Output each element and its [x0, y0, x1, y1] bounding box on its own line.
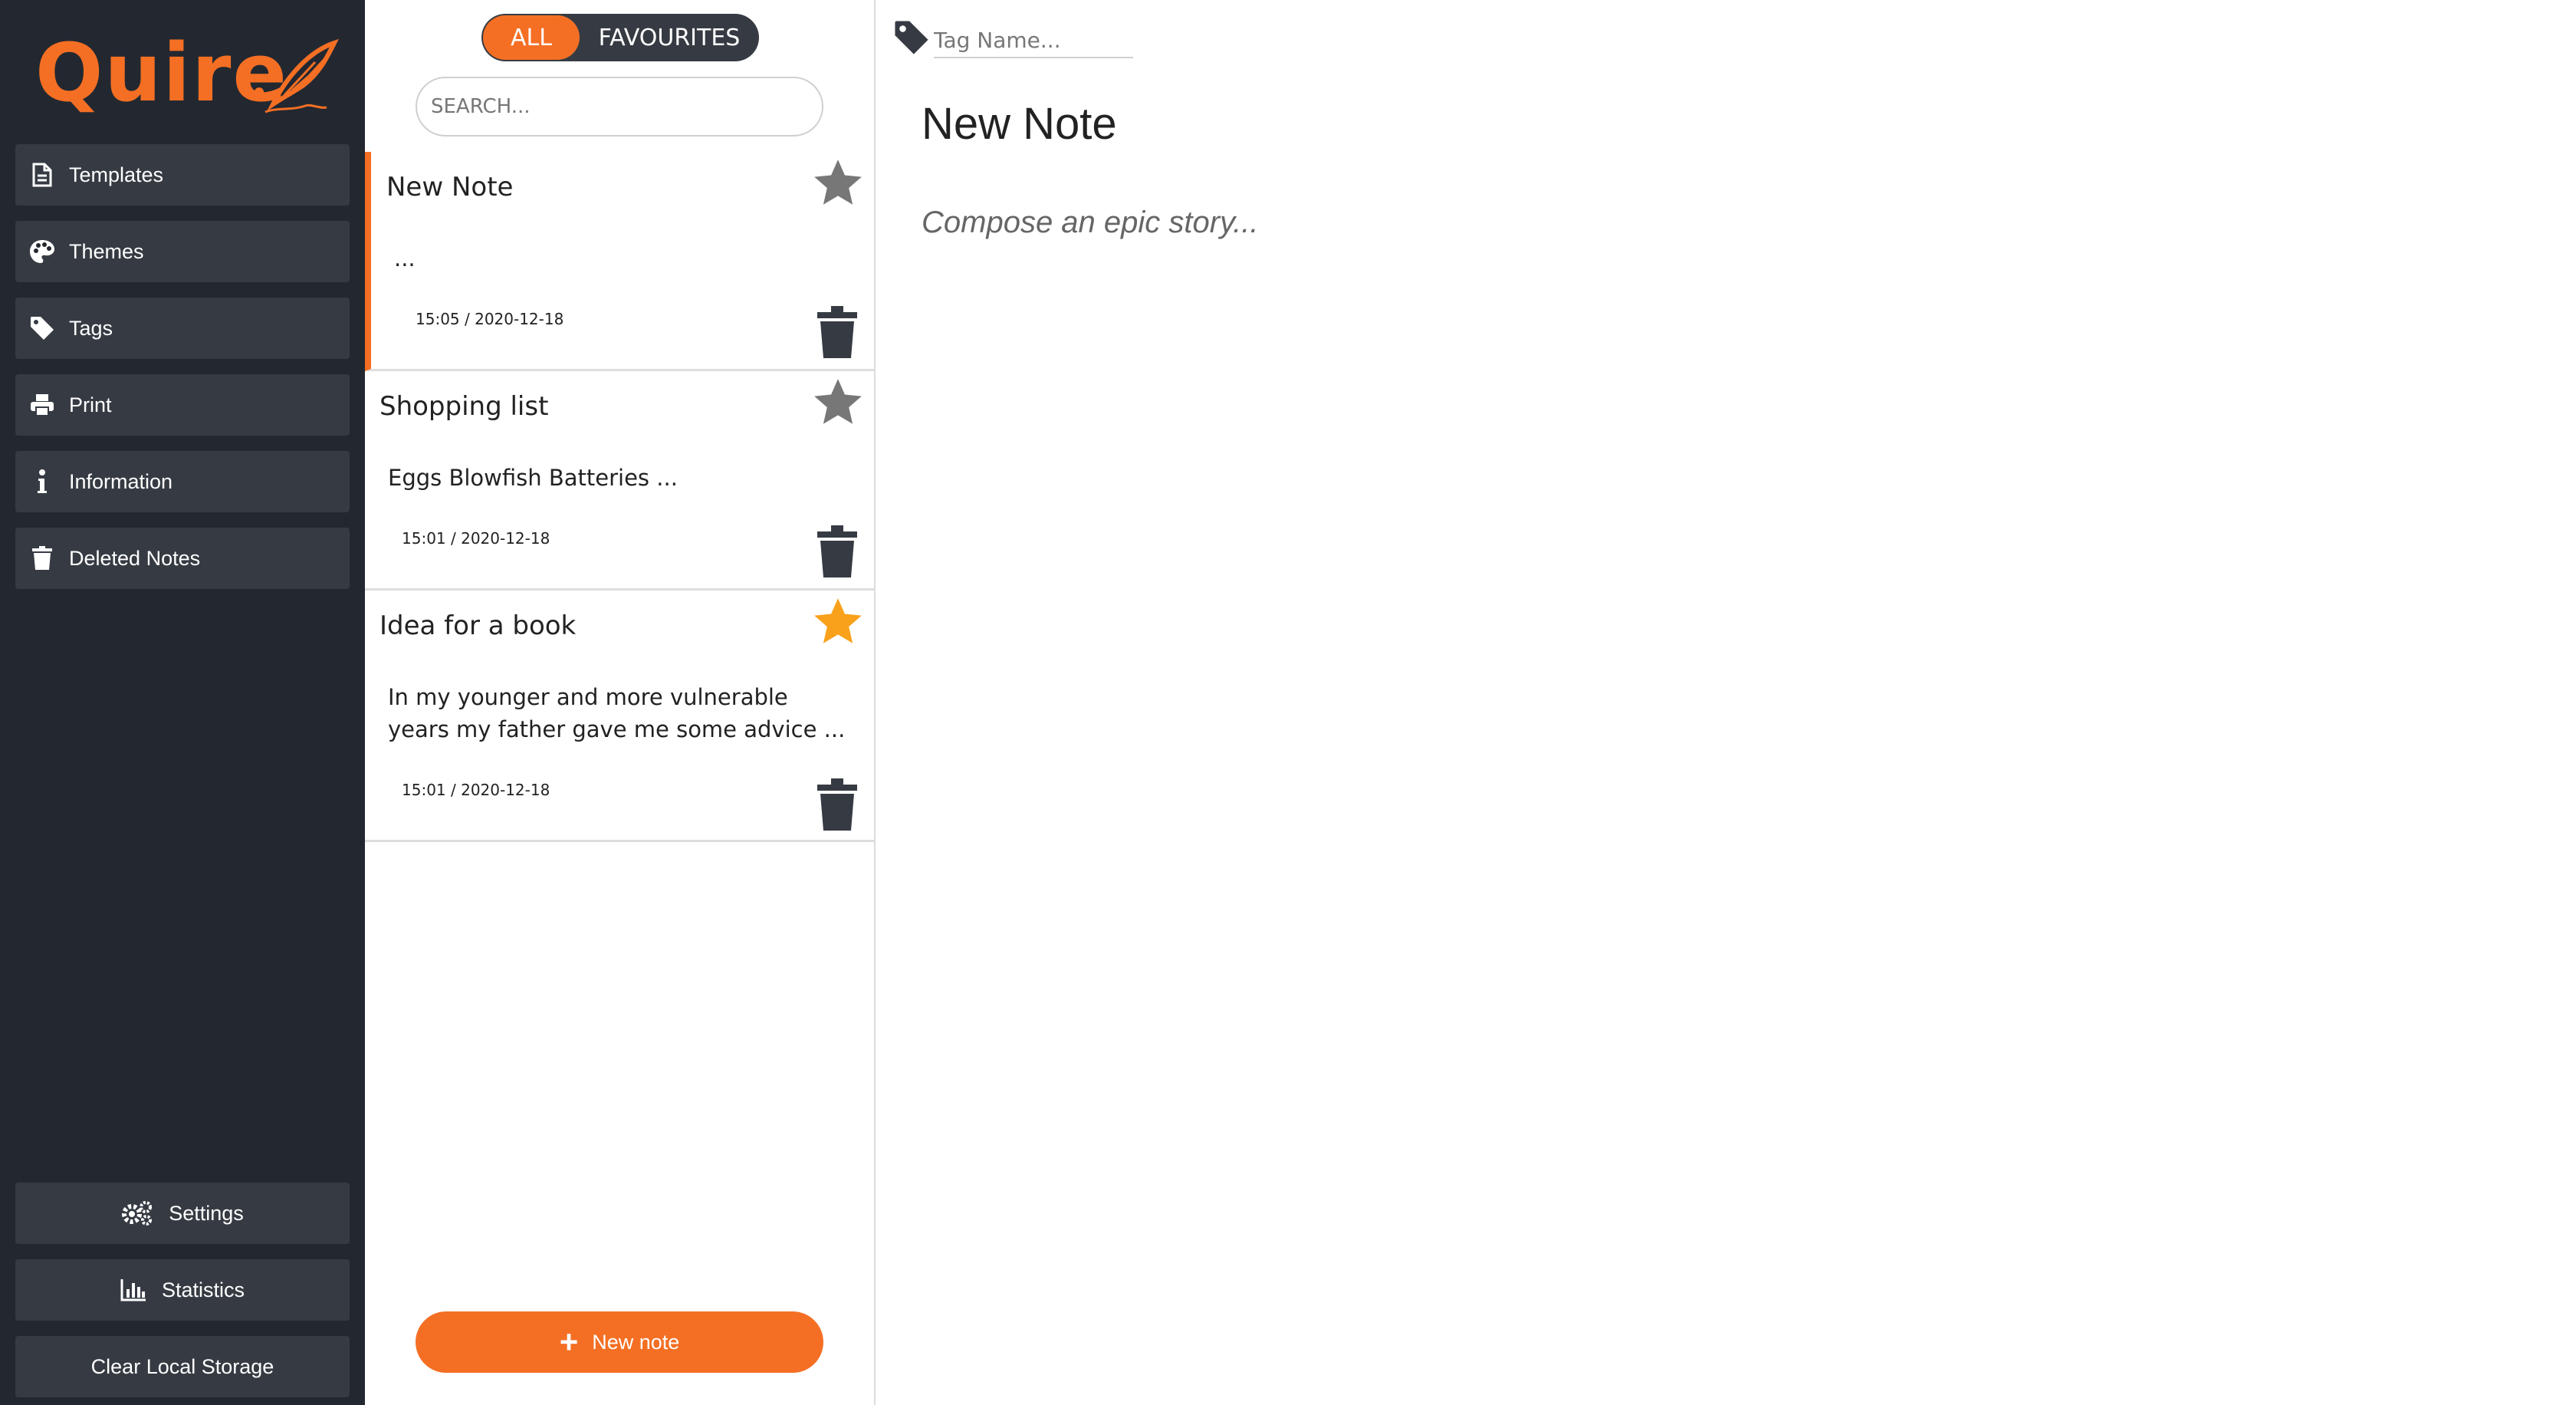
note-title-field[interactable]: New Note [922, 98, 1117, 150]
note-date: 15:05 / 2020-12-18 [416, 310, 564, 328]
settings-label: Settings [169, 1201, 244, 1225]
sidebar-item-label: Tags [69, 316, 113, 340]
filter-favourites-button[interactable]: FAVOURITES [589, 15, 750, 60]
sidebar-item-deleted-notes[interactable]: Deleted Notes [15, 528, 350, 589]
statistics-button[interactable]: Statistics [15, 1259, 350, 1321]
sidebar-item-themes[interactable]: Themes [15, 221, 350, 282]
note-preview: Eggs Blowfish Batteries ... [388, 465, 678, 491]
sidebar-item-label: Deleted Notes [69, 546, 201, 570]
note-preview: In my younger and more vulnerable years … [388, 684, 846, 742]
clear-local-storage-button[interactable]: Clear Local Storage [15, 1336, 350, 1397]
statistics-label: Statistics [161, 1278, 245, 1301]
gears-icon [121, 1200, 153, 1226]
info-icon [15, 469, 69, 494]
note-preview: ... [394, 245, 416, 271]
note-title: New Note [386, 172, 514, 202]
search-input[interactable] [416, 77, 823, 137]
note-date: 15:01 / 2020-12-18 [402, 529, 550, 548]
new-note-label: New note [592, 1330, 680, 1354]
sidebar-item-print[interactable]: Print [15, 374, 350, 436]
printer-icon [15, 393, 69, 416]
sidebar-item-label: Print [69, 393, 112, 416]
note-title: Shopping list [380, 391, 549, 422]
sidebar-item-label: Themes [69, 239, 144, 263]
document-icon [15, 163, 69, 187]
sidebar-item-information[interactable]: Information [15, 451, 350, 512]
clear-local-storage-label: Clear Local Storage [90, 1354, 274, 1378]
star-icon[interactable] [810, 374, 866, 431]
sidebar-item-label: Information [69, 469, 173, 493]
trash-icon [15, 546, 69, 571]
settings-button[interactable]: Settings [15, 1183, 350, 1244]
list-item[interactable]: Idea for a book In my younger and more v… [365, 591, 874, 842]
tag-name-input[interactable] [934, 23, 1133, 58]
palette-icon [15, 239, 69, 264]
note-list-panel: ALL FAVOURITES New Note ... 15:05 / 2020… [365, 0, 876, 1405]
new-note-button[interactable]: + New note [416, 1311, 823, 1373]
filter-all-button[interactable]: ALL [483, 15, 580, 60]
sidebar: Quire Templates Themes Tags Print Inform… [0, 0, 365, 1405]
trash-icon[interactable] [816, 525, 859, 578]
star-icon[interactable] [810, 155, 866, 212]
note-date: 15:01 / 2020-12-18 [402, 781, 550, 799]
editor-panel: New Note Compose an epic story... [876, 0, 2576, 1405]
note-body-field[interactable]: Compose an epic story... [922, 206, 1258, 240]
star-icon[interactable] [810, 594, 866, 650]
sidebar-item-tags[interactable]: Tags [15, 298, 350, 359]
bar-chart-icon [120, 1278, 146, 1301]
filter-toggle: ALL FAVOURITES [481, 14, 759, 61]
trash-icon[interactable] [816, 778, 859, 831]
trash-icon[interactable] [816, 305, 859, 359]
note-title: Idea for a book [380, 610, 577, 641]
sidebar-item-templates[interactable]: Templates [15, 144, 350, 206]
tag-icon [15, 316, 69, 341]
app-logo: Quire [35, 23, 342, 123]
list-item[interactable]: New Note ... 15:05 / 2020-12-18 [365, 152, 874, 371]
quill-icon [255, 38, 339, 114]
sidebar-item-label: Templates [69, 163, 164, 186]
plus-icon: + [559, 1324, 579, 1360]
tag-icon [895, 21, 928, 54]
list-item[interactable]: Shopping list Eggs Blowfish Batteries ..… [365, 371, 874, 591]
